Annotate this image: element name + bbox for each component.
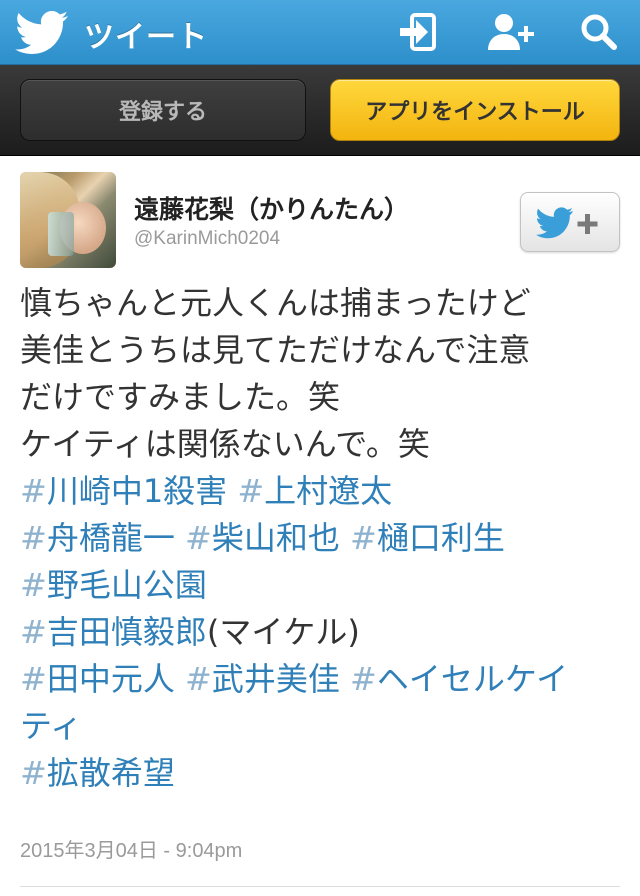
tweet-text-segment bbox=[175, 660, 185, 698]
hashtag-symbol: # bbox=[20, 613, 47, 651]
hashtag-symbol: # bbox=[20, 566, 47, 604]
tweet-line: ティ bbox=[20, 703, 630, 750]
tweet-text-segment bbox=[175, 519, 185, 557]
hashtag-text: 上村遼太 bbox=[264, 472, 393, 510]
tweet-line: ケイティは関係ないんで。笑 bbox=[20, 421, 630, 468]
sign-in-icon[interactable] bbox=[398, 12, 440, 52]
hashtag-link[interactable]: #野毛山公園 bbox=[20, 566, 207, 604]
hashtag-link[interactable]: #樋口利生 bbox=[350, 519, 505, 557]
tweet-text-segment: だけですみました。笑 bbox=[20, 378, 341, 416]
hashtag-text: 田中元人 bbox=[46, 660, 175, 698]
tweet-text-segment: 慎ちゃんと元人くんは捕まったけど bbox=[20, 284, 531, 322]
hashtag-text: ティ bbox=[20, 707, 83, 745]
hashtag-link[interactable]: #舟橋龍一 bbox=[20, 519, 175, 557]
hashtag-text: 柴山和也 bbox=[211, 519, 340, 557]
tweet-line: 美佳とうちは見てただけなんで注意 bbox=[20, 327, 630, 374]
search-icon[interactable] bbox=[578, 12, 620, 52]
tweet-line: #田中元人 #武井美佳 #ヘイセルケイ bbox=[20, 656, 630, 703]
hashtag-symbol: # bbox=[350, 660, 377, 698]
avatar[interactable] bbox=[20, 172, 116, 268]
tweet-text-segment bbox=[340, 660, 350, 698]
tweet-line: #拡散希望 bbox=[20, 750, 630, 797]
hashtag-link[interactable]: #武井美佳 bbox=[185, 660, 340, 698]
tweet-timestamp[interactable]: 2015年3月04日 - 9:04pm bbox=[20, 834, 242, 863]
follow-user-icon[interactable] bbox=[486, 12, 536, 52]
hashtag-link[interactable]: #柴山和也 bbox=[185, 519, 340, 557]
tweet-text-segment bbox=[227, 472, 237, 510]
tweet-line: #舟橋龍一 #柴山和也 #樋口利生 bbox=[20, 515, 630, 562]
tweet-line: #吉田慎毅郎(マイケル) bbox=[20, 609, 630, 656]
tweet-line: #川崎中1殺害 #上村遼太 bbox=[20, 468, 630, 515]
hashtag-text: 拡散希望 bbox=[46, 754, 175, 792]
hashtag-symbol: # bbox=[350, 519, 377, 557]
hashtag-link[interactable]: #吉田慎毅郎 bbox=[20, 613, 207, 651]
app-toolbar: 登録する アプリをインストール bbox=[0, 65, 640, 156]
user-handle[interactable]: @KarinMich0204 bbox=[134, 228, 280, 250]
hashtag-text: 野毛山公園 bbox=[46, 566, 207, 604]
twitter-bird-icon[interactable] bbox=[14, 10, 70, 54]
hashtag-symbol: # bbox=[185, 660, 212, 698]
tweet-text: 慎ちゃんと元人くんは捕まったけど 美佳とうちは見てただけなんで注意 だけですみました… bbox=[20, 280, 630, 797]
register-button[interactable]: 登録する bbox=[20, 79, 306, 141]
hashtag-text: 武井美佳 bbox=[211, 660, 340, 698]
hashtag-link[interactable]: #田中元人 bbox=[20, 660, 175, 698]
hashtag-symbol: # bbox=[20, 660, 47, 698]
tweet-line: だけですみました。笑 bbox=[20, 374, 630, 421]
tweet-page: ツイート 登録する アプリをインストール 遠藤花梨（かりんたん） @KarinM… bbox=[0, 0, 640, 896]
hashtag-link[interactable]: ティ bbox=[20, 707, 82, 745]
app-header: ツイート bbox=[0, 0, 640, 65]
tweet-text-segment: 美佳とうちは見てただけなんで注意 bbox=[20, 331, 531, 369]
hashtag-text: 川崎中1殺害 bbox=[46, 472, 228, 510]
hashtag-text: ヘイセルケイ bbox=[376, 660, 569, 698]
hashtag-link[interactable]: #上村遼太 bbox=[237, 472, 392, 510]
hashtag-link[interactable]: #川崎中1殺害 bbox=[20, 472, 227, 510]
hashtag-text: 吉田慎毅郎 bbox=[46, 613, 207, 651]
hashtag-symbol: # bbox=[185, 519, 212, 557]
follow-bird-plus-icon bbox=[536, 207, 598, 239]
tweet-line: 慎ちゃんと元人くんは捕まったけど bbox=[20, 280, 630, 327]
hashtag-text: 舟橋龍一 bbox=[46, 519, 175, 557]
hashtag-symbol: # bbox=[20, 519, 47, 557]
page-title: ツイート bbox=[84, 20, 208, 55]
hashtag-link[interactable]: #拡散希望 bbox=[20, 754, 175, 792]
follow-button[interactable] bbox=[520, 192, 620, 252]
hashtag-symbol: # bbox=[237, 472, 265, 510]
user-display-name[interactable]: 遠藤花梨（かりんたん） bbox=[134, 190, 409, 226]
hashtag-link[interactable]: #ヘイセルケイ bbox=[350, 660, 568, 698]
divider bbox=[20, 886, 620, 887]
tweet-text-segment: ケイティは関係ないんで。笑 bbox=[20, 425, 430, 463]
install-app-button[interactable]: アプリをインストール bbox=[330, 79, 620, 141]
hashtag-symbol: # bbox=[20, 472, 47, 510]
hashtag-text: 樋口利生 bbox=[376, 519, 505, 557]
tweet-text-segment bbox=[340, 519, 350, 557]
tweet-text-segment: (マイケル) bbox=[206, 613, 360, 651]
hashtag-symbol: # bbox=[20, 754, 47, 792]
tweet-line: #野毛山公園 bbox=[20, 562, 630, 609]
